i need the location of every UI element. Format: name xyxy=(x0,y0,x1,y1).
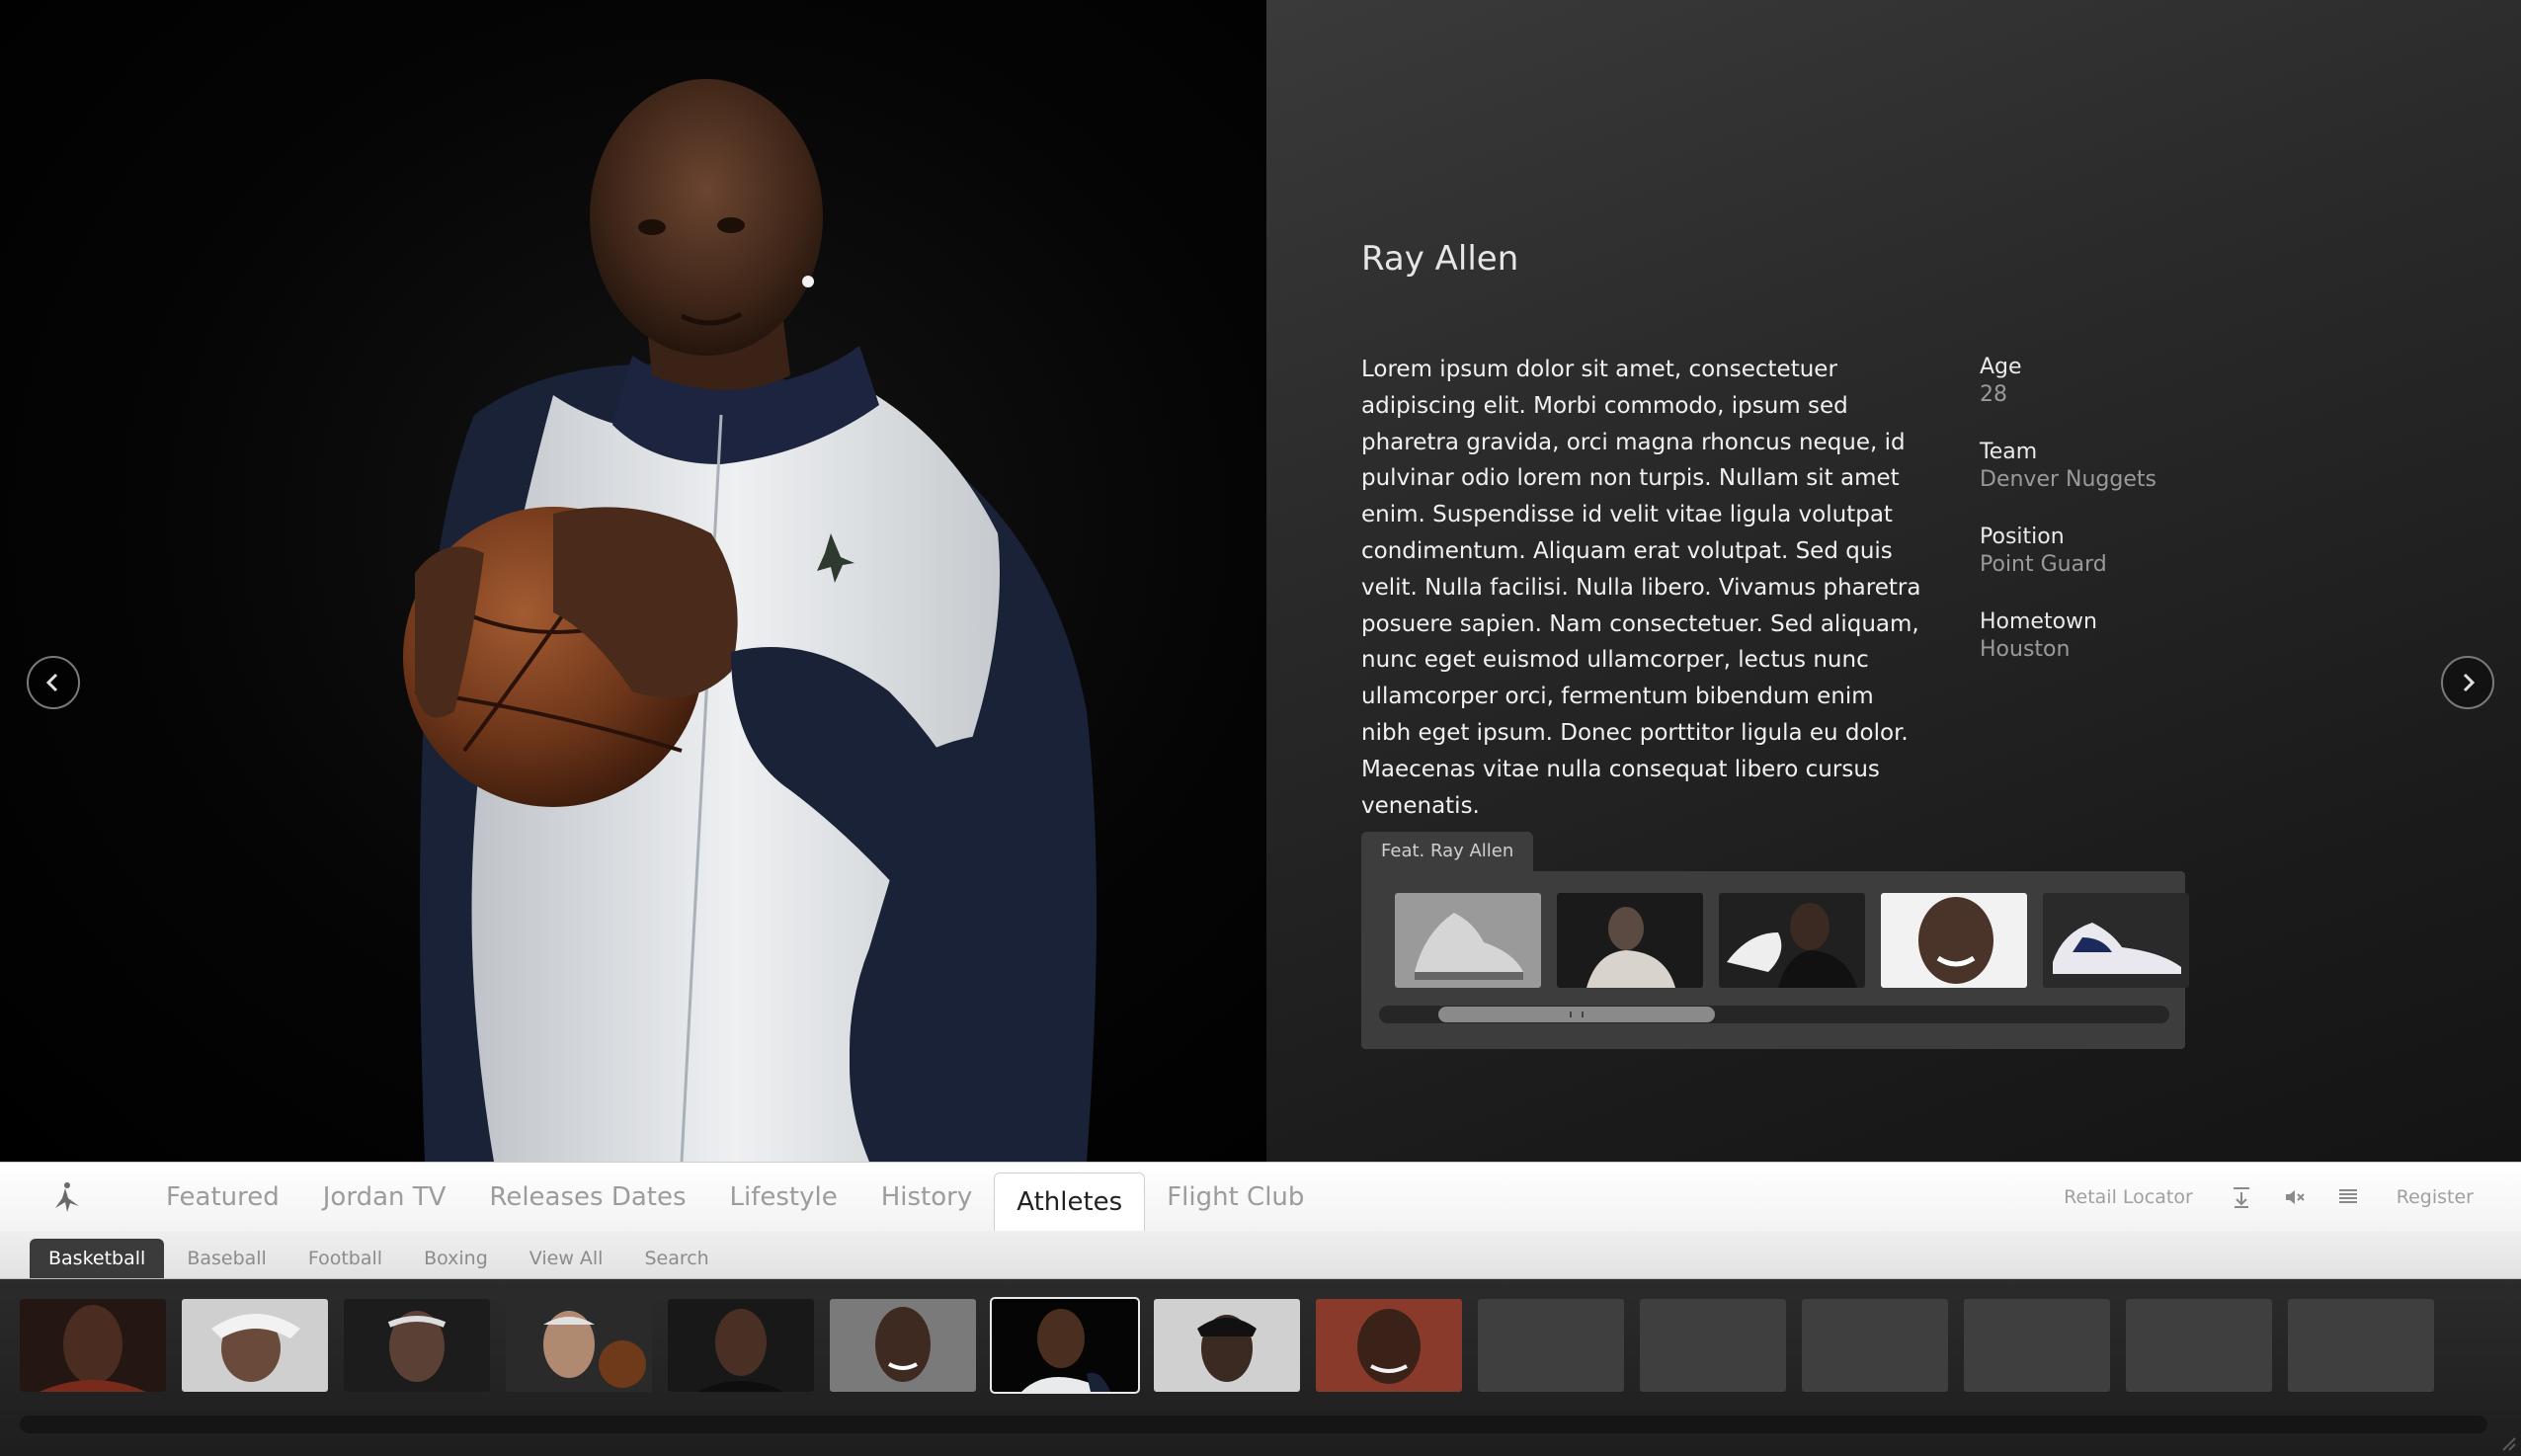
athlete-thumbnail[interactable] xyxy=(1154,1299,1300,1392)
featured-thumbnail-portrait[interactable] xyxy=(1557,893,1703,988)
stat-age: Age 28 xyxy=(1980,354,2236,409)
stat-hometown: Hometown Houston xyxy=(1980,608,2236,664)
list-icon[interactable] xyxy=(2335,1184,2361,1210)
athlete-bio: Lorem ipsum dolor sit amet, consectetuer… xyxy=(1361,357,1921,819)
previous-athlete-button[interactable] xyxy=(27,656,80,709)
athlete-thumbnail[interactable] xyxy=(1316,1299,1462,1392)
featured-scrollbar-thumb[interactable] xyxy=(1438,1007,1715,1022)
athlete-thumbnail[interactable] xyxy=(668,1299,814,1392)
athlete-stats: Age 28 Team Denver Nuggets Position Poin… xyxy=(1980,354,2236,693)
stat-label: Hometown xyxy=(1980,609,2097,634)
stat-value: Houston xyxy=(1980,637,2071,662)
athlete-thumbnail-selected[interactable] xyxy=(990,1297,1140,1394)
athlete-photo xyxy=(403,79,1097,1162)
athlete-thumbnail[interactable] xyxy=(182,1299,328,1392)
subnav-items: Basketball Baseball Football Boxing View… xyxy=(30,1231,732,1278)
nav-item-featured[interactable]: Featured xyxy=(144,1163,301,1232)
stat-label: Age xyxy=(1980,355,2022,379)
stat-label: Position xyxy=(1980,525,2065,549)
stat-value: Denver Nuggets xyxy=(1980,467,2156,492)
nav-menu: Featured Jordan TV Releases Dates Lifest… xyxy=(144,1163,1326,1233)
featured-thumbnails xyxy=(1395,893,2189,988)
featured-scrollbar[interactable] xyxy=(1379,1006,2169,1023)
athlete-thumbnail[interactable] xyxy=(344,1299,490,1392)
subnav-baseball[interactable]: Baseball xyxy=(168,1239,285,1278)
chevron-left-icon xyxy=(45,673,58,692)
athlete-thumbnail-empty xyxy=(2126,1299,2272,1392)
nav-item-release-dates[interactable]: Releases Dates xyxy=(467,1163,707,1232)
athlete-thumbnail-strip xyxy=(0,1279,2521,1456)
athlete-strip-scrollbar[interactable] xyxy=(20,1416,2487,1433)
featured-thumbnail-shoe-white[interactable] xyxy=(2043,893,2189,988)
strip-thumbnails xyxy=(20,1297,2434,1394)
retail-locator-link[interactable]: Retail Locator xyxy=(2042,1186,2215,1208)
athlete-thumbnail[interactable] xyxy=(830,1299,976,1392)
featured-tab[interactable]: Feat. Ray Allen xyxy=(1361,832,1534,871)
subnav-basketball[interactable]: Basketball xyxy=(30,1239,165,1278)
featured-thumbnail-smiling[interactable] xyxy=(1881,893,2027,988)
stat-position: Position Point Guard xyxy=(1980,524,2236,579)
stat-value: 28 xyxy=(1980,382,2007,407)
nav-item-flight-club[interactable]: Flight Club xyxy=(1145,1163,1326,1232)
register-link[interactable]: Register xyxy=(2375,1186,2521,1208)
athlete-thumbnail-empty xyxy=(2288,1299,2434,1392)
nav-item-athletes[interactable]: Athletes xyxy=(994,1173,1146,1233)
nav-utilities: Retail Locator Register xyxy=(2042,1163,2521,1232)
subnav-view-all[interactable]: View All xyxy=(511,1239,622,1278)
stat-value: Point Guard xyxy=(1980,552,2107,577)
sport-subnav: Basketball Baseball Football Boxing View… xyxy=(0,1231,2521,1279)
chevron-right-icon xyxy=(2463,673,2476,692)
athlete-thumbnail-empty xyxy=(1640,1299,1786,1392)
stat-label: Team xyxy=(1980,440,2038,464)
nav-item-history[interactable]: History xyxy=(859,1163,995,1232)
athlete-thumbnail[interactable] xyxy=(20,1299,166,1392)
next-athlete-button[interactable] xyxy=(2441,656,2494,709)
stat-team: Team Denver Nuggets xyxy=(1980,439,2236,494)
nav-item-lifestyle[interactable]: Lifestyle xyxy=(708,1163,859,1232)
hero-image-panel xyxy=(0,0,1266,1162)
athlete-thumbnail-empty xyxy=(1478,1299,1624,1392)
jumpman-logo-icon[interactable] xyxy=(43,1178,87,1218)
featured-thumbnail-player-shoe[interactable] xyxy=(1719,893,1865,988)
athlete-thumbnail-empty xyxy=(1964,1299,2110,1392)
subnav-search[interactable]: Search xyxy=(625,1239,727,1278)
nav-item-jordan-tv[interactable]: Jordan TV xyxy=(301,1163,468,1232)
featured-media-panel xyxy=(1361,871,2189,1049)
subnav-football[interactable]: Football xyxy=(289,1239,401,1278)
athlete-thumbnail-empty xyxy=(1802,1299,1948,1392)
athlete-name: Ray Allen xyxy=(1361,239,1519,279)
grip-icon xyxy=(1570,1011,1584,1017)
resize-grip-icon[interactable] xyxy=(2497,1432,2517,1452)
mute-icon[interactable] xyxy=(2282,1184,2308,1210)
subnav-boxing[interactable]: Boxing xyxy=(405,1239,507,1278)
athlete-thumbnail[interactable] xyxy=(506,1299,652,1392)
featured-thumbnail-shoe-grey[interactable] xyxy=(1395,893,1541,988)
download-icon[interactable] xyxy=(2229,1184,2254,1210)
main-navigation: Featured Jordan TV Releases Dates Lifest… xyxy=(0,1162,2521,1233)
